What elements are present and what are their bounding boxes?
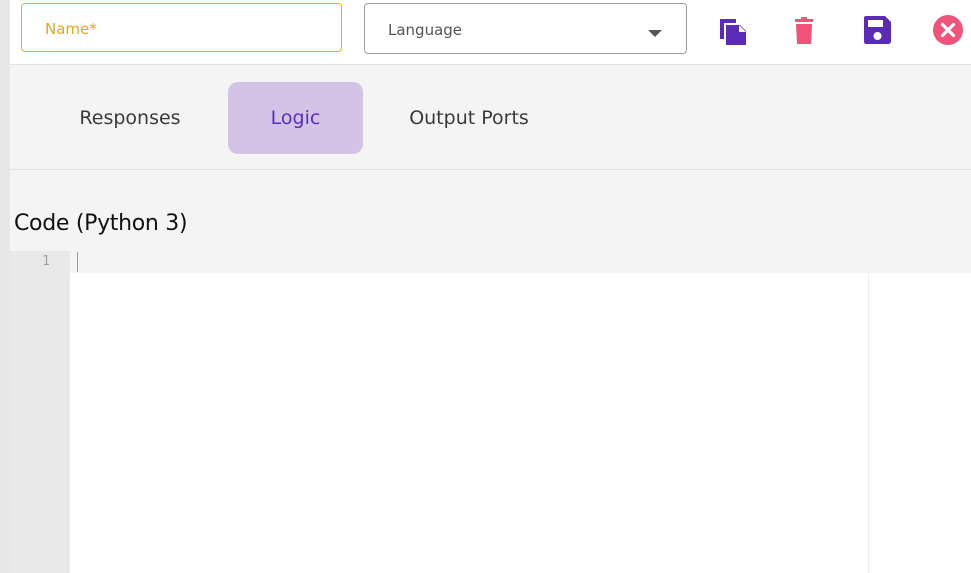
logic-editor-panel: Name* Language Responses Logic Output Po… [0, 0, 971, 573]
tab-logic[interactable]: Logic [228, 82, 363, 154]
close-button[interactable] [932, 14, 964, 46]
name-label-text: Name [45, 20, 90, 38]
duplicate-button[interactable] [715, 14, 747, 46]
tab-bar: Responses Logic Output Ports [10, 65, 971, 170]
code-section: Code (Python 3) [10, 170, 971, 273]
code-title: Code (Python 3) [14, 211, 188, 236]
delete-button[interactable] [788, 14, 820, 46]
name-input[interactable]: Name* [21, 3, 342, 52]
close-circle-icon [933, 15, 963, 45]
line-number-gutter [10, 251, 70, 573]
save-button[interactable] [861, 14, 893, 46]
text-cursor [77, 252, 78, 272]
language-select[interactable]: Language [364, 3, 687, 54]
tab-output-ports[interactable]: Output Ports [393, 82, 545, 154]
name-input-label: Name* [45, 20, 97, 38]
save-icon [864, 16, 891, 44]
required-marker: * [89, 20, 97, 38]
line-number: 1 [42, 254, 50, 269]
left-edge-bar [0, 0, 10, 573]
trash-icon [795, 17, 813, 44]
copy-icon [720, 19, 746, 45]
chevron-down-icon [648, 30, 662, 37]
code-editor[interactable] [70, 273, 869, 573]
top-toolbar: Name* Language [10, 0, 971, 65]
language-select-value: Language [388, 21, 463, 39]
tab-responses[interactable]: Responses [64, 82, 196, 154]
